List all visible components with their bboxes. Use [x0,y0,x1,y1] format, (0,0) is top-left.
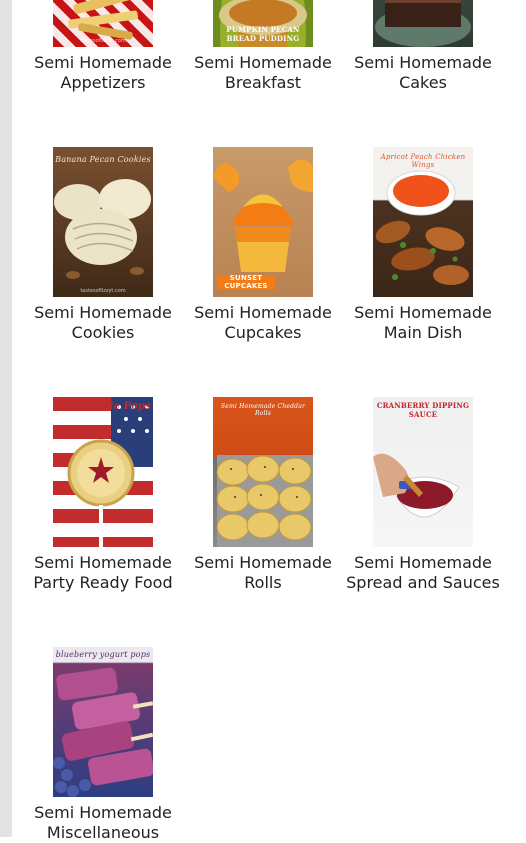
breakfast-thumbnail[interactable]: PUMPKIN PECAN BREAD PUDDING [213,0,313,47]
spread-and-sauces-thumbnail[interactable]: CRANBERRY DIPPING SAUCE [373,397,473,547]
main-dish-thumbnail[interactable]: Apricot Peach Chicken Wings [373,147,473,297]
category-label-line1: Semi Homemade [194,303,332,322]
main-dish-chicken-wings-graphic [375,170,469,285]
category-label-line2: Cakes [399,73,447,92]
category-label-line2: Cupcakes [224,323,302,342]
rolls-thumbnail[interactable]: Semi Homemade Cheddar Rolls [213,397,313,547]
party-ready-food-thumbnail-caption: Cherry Pie Pops [59,401,152,412]
category-tile-cookies[interactable]: Banana Pecan Cookies tastesoflizzyt.com … [23,147,183,343]
cupcakes-thumbnail[interactable]: SUNSET CUPCAKES [213,147,313,297]
category-label: Semi Homemade Main Dish [343,303,503,343]
category-label: Semi Homemade Party Ready Food [23,553,183,593]
thumbnail-watermark: tastesoflizzyt.com [80,288,126,294]
miscellaneous-yogurt-pops-graphic [53,667,153,797]
category-grid: tastesoflizzyt.com Semi Homemade Appetiz… [0,0,526,842]
category-label: Semi Homemade Rolls [183,553,343,593]
main-dish-thumbnail-caption: Apricot Peach Chicken Wings [380,153,466,169]
spread-and-sauces-cranberry-graphic [373,453,460,518]
category-label: Semi Homemade Cakes [343,53,503,93]
category-tile-cakes[interactable]: Semi Homemade Cakes [343,0,503,93]
category-label: Semi Homemade Miscellaneous [23,803,183,843]
category-label: Semi Homemade Spread and Sauces [343,553,503,593]
spread-and-sauces-thumbnail-caption: CRANBERRY DIPPING SAUCE [376,401,470,419]
rolls-cheddar-rolls-graphic [216,455,313,547]
category-label-line1: Semi Homemade [354,553,492,572]
cookies-banana-pecan-graphic [54,179,151,279]
category-label-line1: Semi Homemade [354,303,492,322]
category-label-line1: Semi Homemade [34,553,172,572]
category-label-line1: Semi Homemade [34,53,172,72]
category-tile-main-dish[interactable]: Apricot Peach Chicken Wings Semi Homemad… [343,147,503,343]
category-label-line2: Rolls [244,573,282,592]
breakfast-thumbnail-caption: PUMPKIN PECAN BREAD PUDDING [226,25,300,43]
category-label-line2: Main Dish [383,323,463,342]
thumbnail-watermark: tastesoflizzyt.com [80,38,126,44]
category-label-line1: Semi Homemade [194,553,332,572]
category-label-line1: Semi Homemade [354,53,492,72]
category-label: Semi Homemade Cupcakes [183,303,343,343]
category-tile-breakfast[interactable]: PUMPKIN PECAN BREAD PUDDING Semi Homemad… [183,0,343,93]
category-label-line2: Spread and Sauces [346,573,500,592]
category-label: Semi Homemade Appetizers [23,53,183,93]
party-ready-food-pie-pop-graphic [67,397,153,547]
category-tile-miscellaneous[interactable]: blueberry yogurt pops Semi Homemade Misc… [23,647,183,843]
category-tile-appetizers[interactable]: tastesoflizzyt.com Semi Homemade Appetiz… [23,0,183,93]
cookies-thumbnail-caption: Banana Pecan Cookies [55,155,151,164]
category-tile-cupcakes[interactable]: SUNSET CUPCAKES Semi Homemade Cupcakes [183,147,343,343]
rolls-thumbnail-caption: Semi Homemade Cheddar Rolls [220,403,306,417]
party-ready-food-thumbnail[interactable]: Cherry Pie Pops [53,397,153,547]
category-label-line2: Breakfast [224,73,302,92]
category-tile-party-ready-food[interactable]: Cherry Pie Pops Semi Homemade Party Read… [23,397,183,593]
category-label-line2: Miscellaneous [46,823,160,842]
cakes-chocolate-cake-graphic [375,0,471,47]
cupcakes-thumbnail-caption: SUNSET CUPCAKES [224,274,268,290]
category-label-line1: Semi Homemade [34,303,172,322]
category-label-line1: Semi Homemade [34,803,172,822]
category-label-line2: Cookies [71,323,135,342]
category-tile-rolls[interactable]: Semi Homemade Cheddar Rolls Semi Homemad… [183,397,343,593]
category-tile-spread-and-sauces[interactable]: CRANBERRY DIPPING SAUCE Semi Homemade Sp… [343,397,503,593]
miscellaneous-thumbnail[interactable]: blueberry yogurt pops [53,647,153,797]
cakes-thumbnail[interactable] [373,0,473,47]
category-label: Semi Homemade Breakfast [183,53,343,93]
category-label-line2: Appetizers [60,73,146,92]
miscellaneous-thumbnail-caption: blueberry yogurt pops [55,650,151,659]
appetizers-thumbnail[interactable]: tastesoflizzyt.com [53,0,153,47]
category-label-line1: Semi Homemade [194,53,332,72]
cookies-thumbnail[interactable]: Banana Pecan Cookies tastesoflizzyt.com [53,147,153,297]
category-label: Semi Homemade Cookies [23,303,183,343]
category-label-line2: Party Ready Food [33,573,173,592]
